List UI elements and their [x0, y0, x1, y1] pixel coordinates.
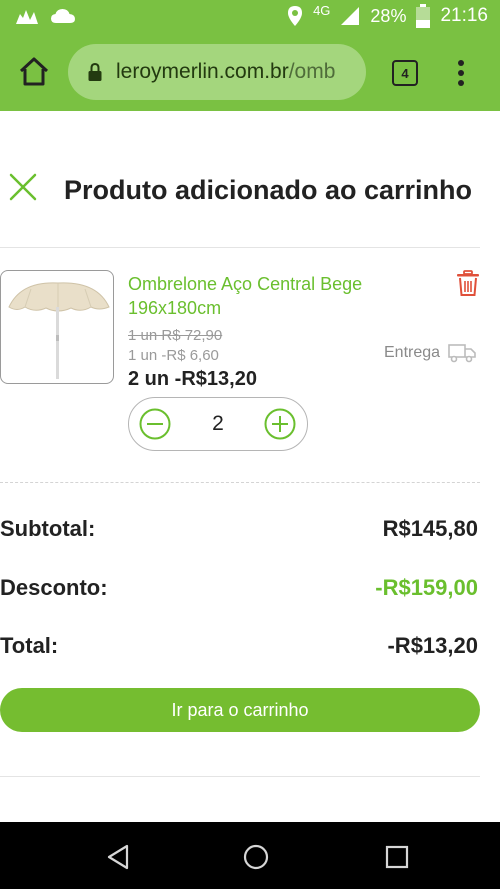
home-icon[interactable]: [18, 56, 50, 88]
overflow-menu-icon[interactable]: [452, 58, 470, 88]
delivery-info: Entrega: [384, 342, 476, 364]
footer-divider: [0, 776, 480, 777]
unit-discount: 1 un -R$ 6,60: [128, 347, 219, 364]
quantity-stepper: 2: [128, 397, 308, 451]
total-label: Total:: [0, 633, 59, 658]
cloud-icon: [51, 9, 75, 23]
tab-count: 4: [401, 65, 409, 81]
signal-icon: [16, 10, 38, 24]
network-type: 4G: [313, 2, 331, 18]
address-bar[interactable]: leroymerlin.com.br/omb: [68, 44, 366, 100]
battery-icon: [416, 4, 431, 28]
line-total: 2 un -R$13,20: [128, 368, 257, 390]
product-name[interactable]: Ombrelone Aço Central Bege 196x180cm: [128, 272, 428, 320]
url-text: leroymerlin.com.br/omb: [116, 60, 335, 84]
original-price: 1 un R$ 72,90: [128, 327, 223, 344]
subtotal-label: Subtotal:: [0, 516, 96, 541]
product-image[interactable]: [0, 270, 114, 384]
cell-signal-icon: [341, 7, 360, 25]
discount-value: -R$159,00: [375, 575, 478, 600]
system-navigation-bar: [0, 822, 500, 889]
screen: 4G 28% 21:16 leroymerlin.com.br/omb 4 Pr…: [0, 0, 500, 889]
delivery-label: Entrega: [384, 344, 441, 361]
go-to-cart-button[interactable]: Ir para o carrinho: [0, 688, 480, 732]
plus-icon[interactable]: [264, 408, 296, 440]
modal-title: Produto adicionado ao carrinho: [64, 175, 473, 205]
clock: 21:16: [440, 5, 488, 26]
recents-icon[interactable]: [384, 844, 410, 870]
total-value: -R$13,20: [387, 633, 478, 658]
home-nav-icon[interactable]: [243, 844, 269, 870]
status-right: 4G 28% 21:16: [287, 2, 488, 28]
back-icon[interactable]: [106, 844, 132, 870]
status-bar: 4G 28% 21:16: [0, 0, 500, 36]
url-path: /omb: [288, 60, 336, 83]
lock-icon: [88, 63, 102, 81]
close-icon[interactable]: [8, 172, 38, 202]
section-divider: [0, 482, 480, 483]
location-icon: [288, 6, 303, 26]
truck-icon: [448, 344, 476, 363]
status-left-icons: [14, 6, 76, 26]
umbrella-illustration: [8, 282, 110, 379]
browser-toolbar: leroymerlin.com.br/omb 4: [0, 44, 500, 102]
header-divider: [0, 247, 480, 248]
discount-label: Desconto:: [0, 575, 108, 600]
url-domain: leroymerlin.com.br: [116, 60, 289, 83]
browser-chrome: 4G 28% 21:16 leroymerlin.com.br/omb 4: [0, 0, 500, 111]
tabs-icon[interactable]: 4: [392, 60, 418, 86]
subtotal-value: R$145,80: [382, 516, 478, 541]
trash-icon[interactable]: [456, 270, 480, 296]
battery-percent: 28%: [370, 5, 407, 26]
